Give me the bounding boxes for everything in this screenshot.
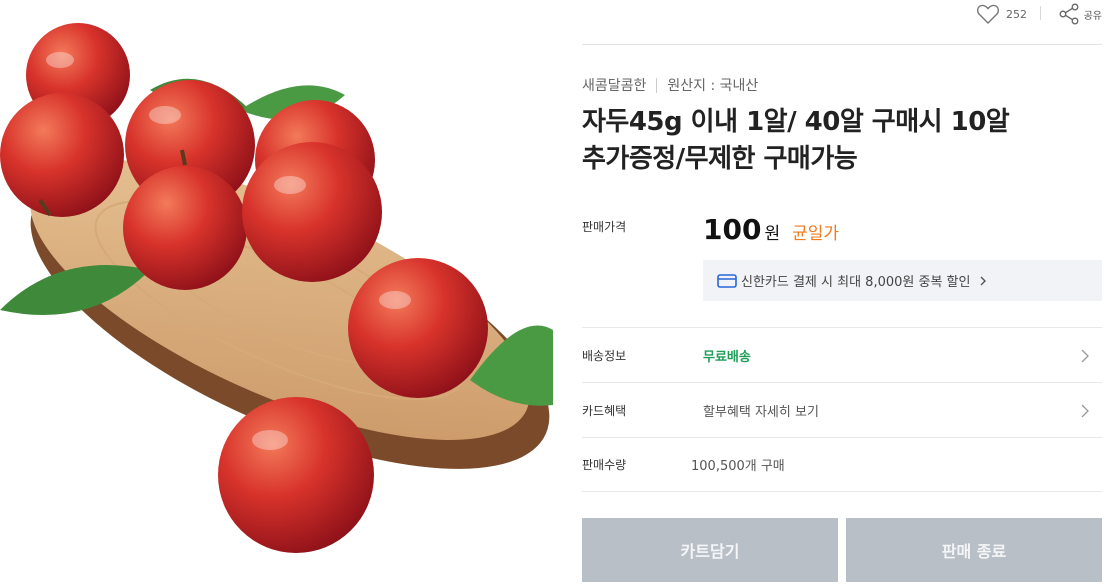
like-button[interactable]: 252 — [976, 3, 1027, 25]
share-button[interactable]: 공유 — [1058, 3, 1102, 25]
card-benefit-value: 할부혜택 자세히 보기 — [703, 404, 819, 420]
price-label: 판매가격 — [582, 220, 627, 234]
credit-card-icon — [717, 273, 737, 288]
chevron-right-icon — [1081, 404, 1089, 418]
seller-name[interactable]: 새콤달콤한 — [582, 75, 646, 95]
sales-count-row: 판매수량 100,500개 구매 — [582, 437, 1102, 492]
sales-value: 100,500개 구매 — [691, 459, 785, 474]
card-discount-banner[interactable]: 신한카드 결제 시 최대 8,000원 중복 할인 — [703, 260, 1102, 301]
shipping-label: 배송정보 — [582, 348, 627, 363]
shipping-info-row[interactable]: 배송정보 무료배송 — [582, 327, 1102, 382]
price-unit: 원 — [764, 224, 781, 244]
chevron-right-icon — [1081, 349, 1089, 363]
add-to-cart-button[interactable]: 카트담기 — [582, 518, 838, 582]
sale-ended-button[interactable]: 판매 종료 — [846, 518, 1102, 582]
price-amount: 100 — [703, 213, 762, 246]
shipping-value: 무료배송 — [703, 349, 751, 365]
share-label: 공유 — [1083, 10, 1102, 22]
product-image — [0, 0, 553, 553]
product-info-panel: 252 공유 새콤달콤한 원산지 : 국내산 자두45g 이내 1알/ 40알 … — [582, 0, 1102, 585]
product-meta: 새콤달콤한 원산지 : 국내산 — [582, 75, 758, 95]
divider — [1040, 6, 1041, 20]
price-tag: 균일가 — [792, 224, 840, 244]
product-title-line1: 자두45g 이내 1알/ 40알 구매시 10알 — [582, 107, 1010, 137]
action-bar: 252 공유 — [582, 0, 1102, 45]
product-title-line2: 추가증정/무제한 구매가능 — [582, 144, 858, 174]
meta-divider — [656, 77, 658, 93]
origin-text: 원산지 : 국내산 — [667, 78, 759, 94]
like-count: 252 — [1006, 7, 1027, 21]
price: 100 원 균일가 — [703, 213, 839, 246]
sales-label: 판매수량 — [582, 458, 627, 472]
promo-text: 신한카드 결제 시 최대 8,000원 중복 할인 — [741, 275, 971, 290]
share-icon — [1059, 3, 1079, 25]
card-benefit-label: 카드혜택 — [582, 403, 627, 418]
chevron-right-icon — [980, 276, 987, 285]
heart-icon — [976, 4, 1000, 24]
product-title: 자두45g 이내 1알/ 40알 구매시 10알 추가증정/무제한 구매가능 — [582, 104, 1102, 178]
card-benefit-row[interactable]: 카드혜택 할부혜택 자세히 보기 — [582, 382, 1102, 437]
plums-illustration — [0, 0, 553, 553]
